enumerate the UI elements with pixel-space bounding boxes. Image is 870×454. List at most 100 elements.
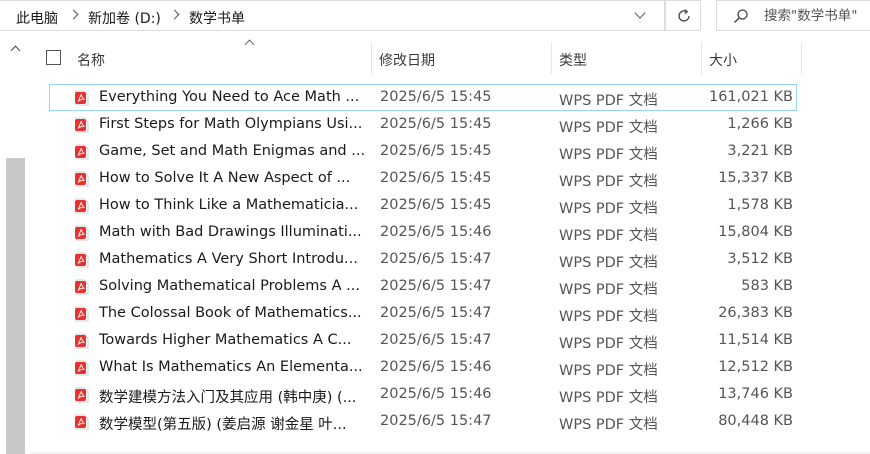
file-modified-date: 2025/6/5 15:45 [380, 143, 492, 159]
file-type: WPS PDF 文档 [559, 255, 658, 271]
pdf-file-icon [75, 171, 89, 187]
file-size: 13,746 KB [718, 386, 793, 402]
file-size: 11,514 KB [718, 332, 793, 348]
file-modified-date: 2025/6/5 15:46 [380, 386, 492, 402]
breadcrumb-separator-icon[interactable] [169, 9, 180, 20]
file-name[interactable]: How to Solve It A New Aspect of ... [99, 170, 366, 186]
file-name[interactable]: Mathematics A Very Short Introdu... [99, 251, 366, 267]
navigation-scrollbar-thumb[interactable] [6, 158, 25, 454]
file-type: WPS PDF 文档 [559, 120, 658, 136]
column-header-size[interactable]: 大小 [702, 42, 802, 74]
file-row[interactable]: 数学建模方法入门及其应用 (韩中庚) (... 2025/6/5 15:46 WPS… [49, 381, 797, 408]
file-size: 3,221 KB [727, 143, 793, 159]
file-row[interactable]: First Steps for Math Olympians Usi... 202… [49, 111, 797, 138]
breadcrumb-this-pc[interactable]: 此电脑 [16, 8, 58, 28]
file-type: WPS PDF 文档 [559, 93, 658, 109]
file-row[interactable]: What Is Mathematics An Elementa... 2025/6… [49, 354, 797, 381]
toolbar: 此电脑 新加卷 (D:) 数学书单 [0, 0, 870, 33]
file-modified-date: 2025/6/5 15:46 [380, 359, 492, 375]
column-header-type[interactable]: 类型 [552, 42, 701, 74]
address-history-chevron-icon[interactable] [634, 7, 646, 19]
pdf-file-icon [75, 279, 89, 295]
address-bar[interactable]: 此电脑 新加卷 (D:) 数学书单 [0, 0, 665, 31]
search-icon [734, 9, 748, 23]
file-size: 3,512 KB [727, 251, 793, 267]
column-divider[interactable] [801, 42, 802, 74]
file-row[interactable]: Everything You Need to Ace Math ... 2025/… [49, 84, 797, 111]
scroll-up-arrow-icon[interactable] [10, 45, 21, 56]
file-size: 12,512 KB [718, 359, 793, 375]
file-name[interactable]: Solving Mathematical Problems A ... [99, 278, 366, 294]
column-header-date[interactable]: 修改日期 [372, 42, 551, 74]
file-list: Everything You Need to Ace Math ... 2025/… [49, 84, 797, 435]
navigation-pane [0, 33, 30, 454]
file-modified-date: 2025/6/5 15:47 [380, 332, 492, 348]
file-type: WPS PDF 文档 [559, 309, 658, 325]
refresh-button[interactable] [665, 0, 701, 31]
column-size-label: 大小 [709, 53, 737, 69]
file-type: WPS PDF 文档 [559, 390, 658, 406]
file-type: WPS PDF 文档 [559, 282, 658, 298]
file-name[interactable]: Towards Higher Mathematics A C... [99, 332, 366, 348]
breadcrumb-drive[interactable]: 新加卷 (D:) [88, 8, 161, 28]
column-header-name[interactable]: 名称 [72, 39, 372, 74]
pdf-file-icon [75, 225, 89, 241]
file-name[interactable]: What Is Mathematics An Elementa... [99, 359, 366, 375]
file-size: 161,021 KB [708, 89, 793, 105]
file-name[interactable]: How to Think Like a Mathematicia... [99, 197, 366, 213]
pdf-file-icon [75, 144, 89, 160]
pdf-file-icon [75, 360, 89, 376]
file-name[interactable]: First Steps for Math Olympians Usi... [99, 116, 366, 132]
pdf-file-icon [75, 252, 89, 268]
file-type: WPS PDF 文档 [559, 336, 658, 352]
file-name[interactable]: Game, Set and Math Enigmas and ... [99, 143, 366, 159]
refresh-icon [678, 9, 690, 22]
file-size: 26,383 KB [718, 305, 793, 321]
column-name-label: 名称 [77, 53, 105, 69]
column-header-row: 名称 修改日期 类型 大小 [32, 39, 812, 74]
file-row[interactable]: Solving Mathematical Problems A ... 2025/… [49, 273, 797, 300]
breadcrumb-separator-icon[interactable] [68, 9, 79, 20]
pdf-file-icon [75, 387, 89, 403]
file-size: 15,337 KB [718, 170, 793, 186]
file-row[interactable]: The Colossal Book of Mathematics... 2025/… [49, 300, 797, 327]
file-size: 1,266 KB [727, 116, 793, 132]
pdf-file-icon [75, 333, 89, 349]
file-type: WPS PDF 文档 [559, 201, 658, 217]
pdf-file-icon [75, 414, 89, 430]
file-modified-date: 2025/6/5 15:45 [380, 197, 492, 213]
column-type-label: 类型 [559, 53, 587, 69]
file-row[interactable]: How to Solve It A New Aspect of ... 2025/… [49, 165, 797, 192]
search-input[interactable] [764, 6, 870, 26]
select-all-checkbox[interactable] [46, 50, 61, 65]
file-name[interactable]: 数学模型(第五版) (姜启源 谢金星 叶... [99, 413, 366, 434]
file-modified-date: 2025/6/5 15:46 [380, 224, 492, 240]
file-modified-date: 2025/6/5 15:45 [380, 116, 492, 132]
file-row[interactable]: 数学模型(第五版) (姜启源 谢金星 叶... 2025/6/5 15:47 WPS… [49, 408, 797, 435]
breadcrumb-current-folder[interactable]: 数学书单 [189, 8, 245, 28]
file-type: WPS PDF 文档 [559, 417, 658, 433]
file-name[interactable]: Everything You Need to Ace Math ... [99, 89, 366, 105]
file-name[interactable]: 数学建模方法入门及其应用 (韩中庚) (... [99, 386, 366, 407]
sort-ascending-icon [244, 39, 255, 50]
file-modified-date: 2025/6/5 15:47 [380, 305, 492, 321]
file-row[interactable]: Game, Set and Math Enigmas and ... 2025/6… [49, 138, 797, 165]
file-type: WPS PDF 文档 [559, 228, 658, 244]
file-type: WPS PDF 文档 [559, 174, 658, 190]
file-modified-date: 2025/6/5 15:47 [380, 278, 492, 294]
file-row[interactable]: Mathematics A Very Short Introdu... 2025/… [49, 246, 797, 273]
pdf-file-icon [75, 90, 89, 106]
file-modified-date: 2025/6/5 15:47 [380, 251, 492, 267]
file-type: WPS PDF 文档 [559, 363, 658, 379]
file-modified-date: 2025/6/5 15:45 [380, 170, 492, 186]
file-row[interactable]: How to Think Like a Mathematicia... 2025/… [49, 192, 797, 219]
search-box[interactable] [716, 0, 870, 31]
file-name[interactable]: The Colossal Book of Mathematics... [99, 305, 366, 321]
pdf-file-icon [75, 117, 89, 133]
file-row[interactable]: Math with Bad Drawings Illuminati... 2025… [49, 219, 797, 246]
file-name[interactable]: Math with Bad Drawings Illuminati... [99, 224, 366, 240]
file-size: 1,578 KB [727, 197, 793, 213]
file-size: 80,448 KB [718, 413, 793, 429]
file-size: 15,804 KB [718, 224, 793, 240]
file-row[interactable]: Towards Higher Mathematics A C... 2025/6/… [49, 327, 797, 354]
